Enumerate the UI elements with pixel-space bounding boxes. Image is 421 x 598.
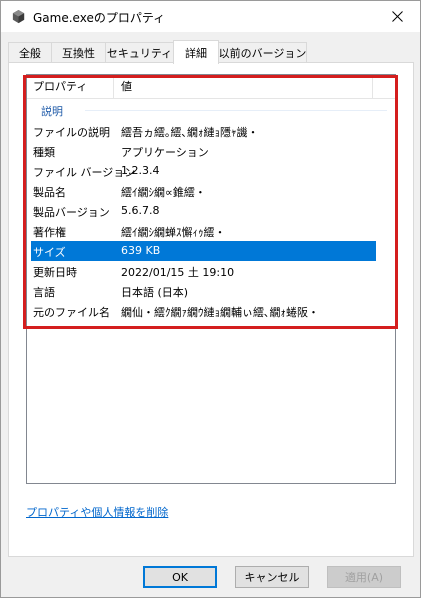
group-header-description: 説明 bbox=[27, 101, 395, 119]
tab-details[interactable]: 詳細 bbox=[173, 40, 219, 64]
tab-security[interactable]: セキュリティ bbox=[105, 42, 174, 63]
column-header-property[interactable]: プロパティ bbox=[27, 75, 113, 99]
list-header: プロパティ 値 bbox=[27, 75, 395, 99]
tab-strip: 全般 互換性 セキュリティ 詳細 以前のバージョン bbox=[8, 40, 415, 64]
property-name: 更新日時 bbox=[33, 266, 77, 279]
cancel-button[interactable]: キャンセル bbox=[235, 566, 309, 588]
table-row[interactable]: 言語 日本語 (日本) bbox=[27, 281, 375, 301]
property-value: 5.6.7.8 bbox=[121, 204, 160, 217]
property-name: 言語 bbox=[33, 286, 55, 299]
properties-window: Game.exeのプロパティ 全般 互換性 セキュリティ 詳細 以前のバージョン… bbox=[0, 0, 421, 598]
close-icon bbox=[391, 11, 403, 22]
property-value: 2022/01/15 土 19:10 bbox=[121, 266, 235, 279]
property-value: 繧ｲ繝ｼ繝蝉ｽ懈ｨｩ繧・ bbox=[121, 226, 226, 239]
table-row[interactable]: 元のファイル名 繝仙・繧ｸ繝ｧ繝ｳ縺ｮ繝輔ぃ繧､繝ｫ蜷阪・ bbox=[27, 301, 375, 321]
ok-button[interactable]: OK bbox=[143, 566, 217, 588]
table-row[interactable]: 製品名 繧ｲ繝ｼ繝∝錐繧・ bbox=[27, 181, 375, 201]
close-button[interactable] bbox=[374, 1, 420, 32]
apply-button[interactable]: 適用(A) bbox=[327, 566, 401, 588]
property-value: 639 KB bbox=[121, 244, 161, 257]
column-divider[interactable] bbox=[372, 75, 373, 99]
property-name: ファイルの説明 bbox=[33, 126, 110, 139]
property-name: サイズ bbox=[33, 246, 66, 259]
property-name: 種類 bbox=[33, 146, 55, 159]
column-header-value[interactable]: 値 bbox=[115, 75, 132, 99]
tab-general[interactable]: 全般 bbox=[8, 42, 52, 63]
property-value: 日本語 (日本) bbox=[121, 286, 189, 299]
details-list[interactable]: プロパティ 値 説明 ファイルの説明 繧吾ヵ繧｡繧､繝ｫ縺ｮ隱ｬ譏・ 種類 アプ… bbox=[26, 74, 396, 484]
app-icon bbox=[12, 9, 25, 24]
group-divider bbox=[85, 110, 387, 111]
property-name: 製品名 bbox=[33, 186, 66, 199]
group-label: 説明 bbox=[41, 105, 63, 118]
column-divider[interactable] bbox=[113, 75, 114, 99]
window-title: Game.exeのプロパティ bbox=[33, 11, 166, 25]
remove-properties-link[interactable]: プロパティや個人情報を削除 bbox=[26, 504, 168, 520]
property-name: 製品バージョン bbox=[33, 206, 110, 219]
tab-compatibility[interactable]: 互換性 bbox=[51, 42, 106, 63]
property-value: 1.2.3.4 bbox=[121, 164, 160, 177]
property-name: ファイル バージョン bbox=[33, 166, 136, 179]
table-row[interactable]: 更新日時 2022/01/15 土 19:10 bbox=[27, 261, 375, 281]
tab-previous-versions[interactable]: 以前のバージョン bbox=[218, 42, 307, 63]
title-bar[interactable]: Game.exeのプロパティ bbox=[1, 1, 420, 32]
table-row[interactable]: 著作権 繧ｲ繝ｼ繝蝉ｽ懈ｨｩ繧・ bbox=[27, 221, 375, 241]
property-value: 繝仙・繧ｸ繝ｧ繝ｳ縺ｮ繝輔ぃ繧､繝ｫ蜷阪・ bbox=[121, 306, 319, 319]
property-value: アプリケーション bbox=[121, 146, 209, 159]
property-value: 繧ｲ繝ｼ繝∝錐繧・ bbox=[121, 186, 206, 199]
table-row-selected[interactable]: サイズ 639 KB bbox=[31, 241, 376, 261]
property-value: 繧吾ヵ繧｡繧､繝ｫ縺ｮ隱ｬ譏・ bbox=[121, 126, 259, 139]
property-name: 著作権 bbox=[33, 226, 66, 239]
table-row[interactable]: 種類 アプリケーション bbox=[27, 141, 375, 161]
table-row[interactable]: 製品バージョン 5.6.7.8 bbox=[27, 201, 375, 221]
details-panel: プロパティ 値 説明 ファイルの説明 繧吾ヵ繧｡繧､繝ｫ縺ｮ隱ｬ譏・ 種類 アプ… bbox=[8, 62, 414, 557]
table-row[interactable]: ファイルの説明 繧吾ヵ繧｡繧､繝ｫ縺ｮ隱ｬ譏・ bbox=[27, 121, 375, 141]
property-name: 元のファイル名 bbox=[33, 306, 110, 319]
table-row[interactable]: ファイル バージョン 1.2.3.4 bbox=[27, 161, 375, 181]
